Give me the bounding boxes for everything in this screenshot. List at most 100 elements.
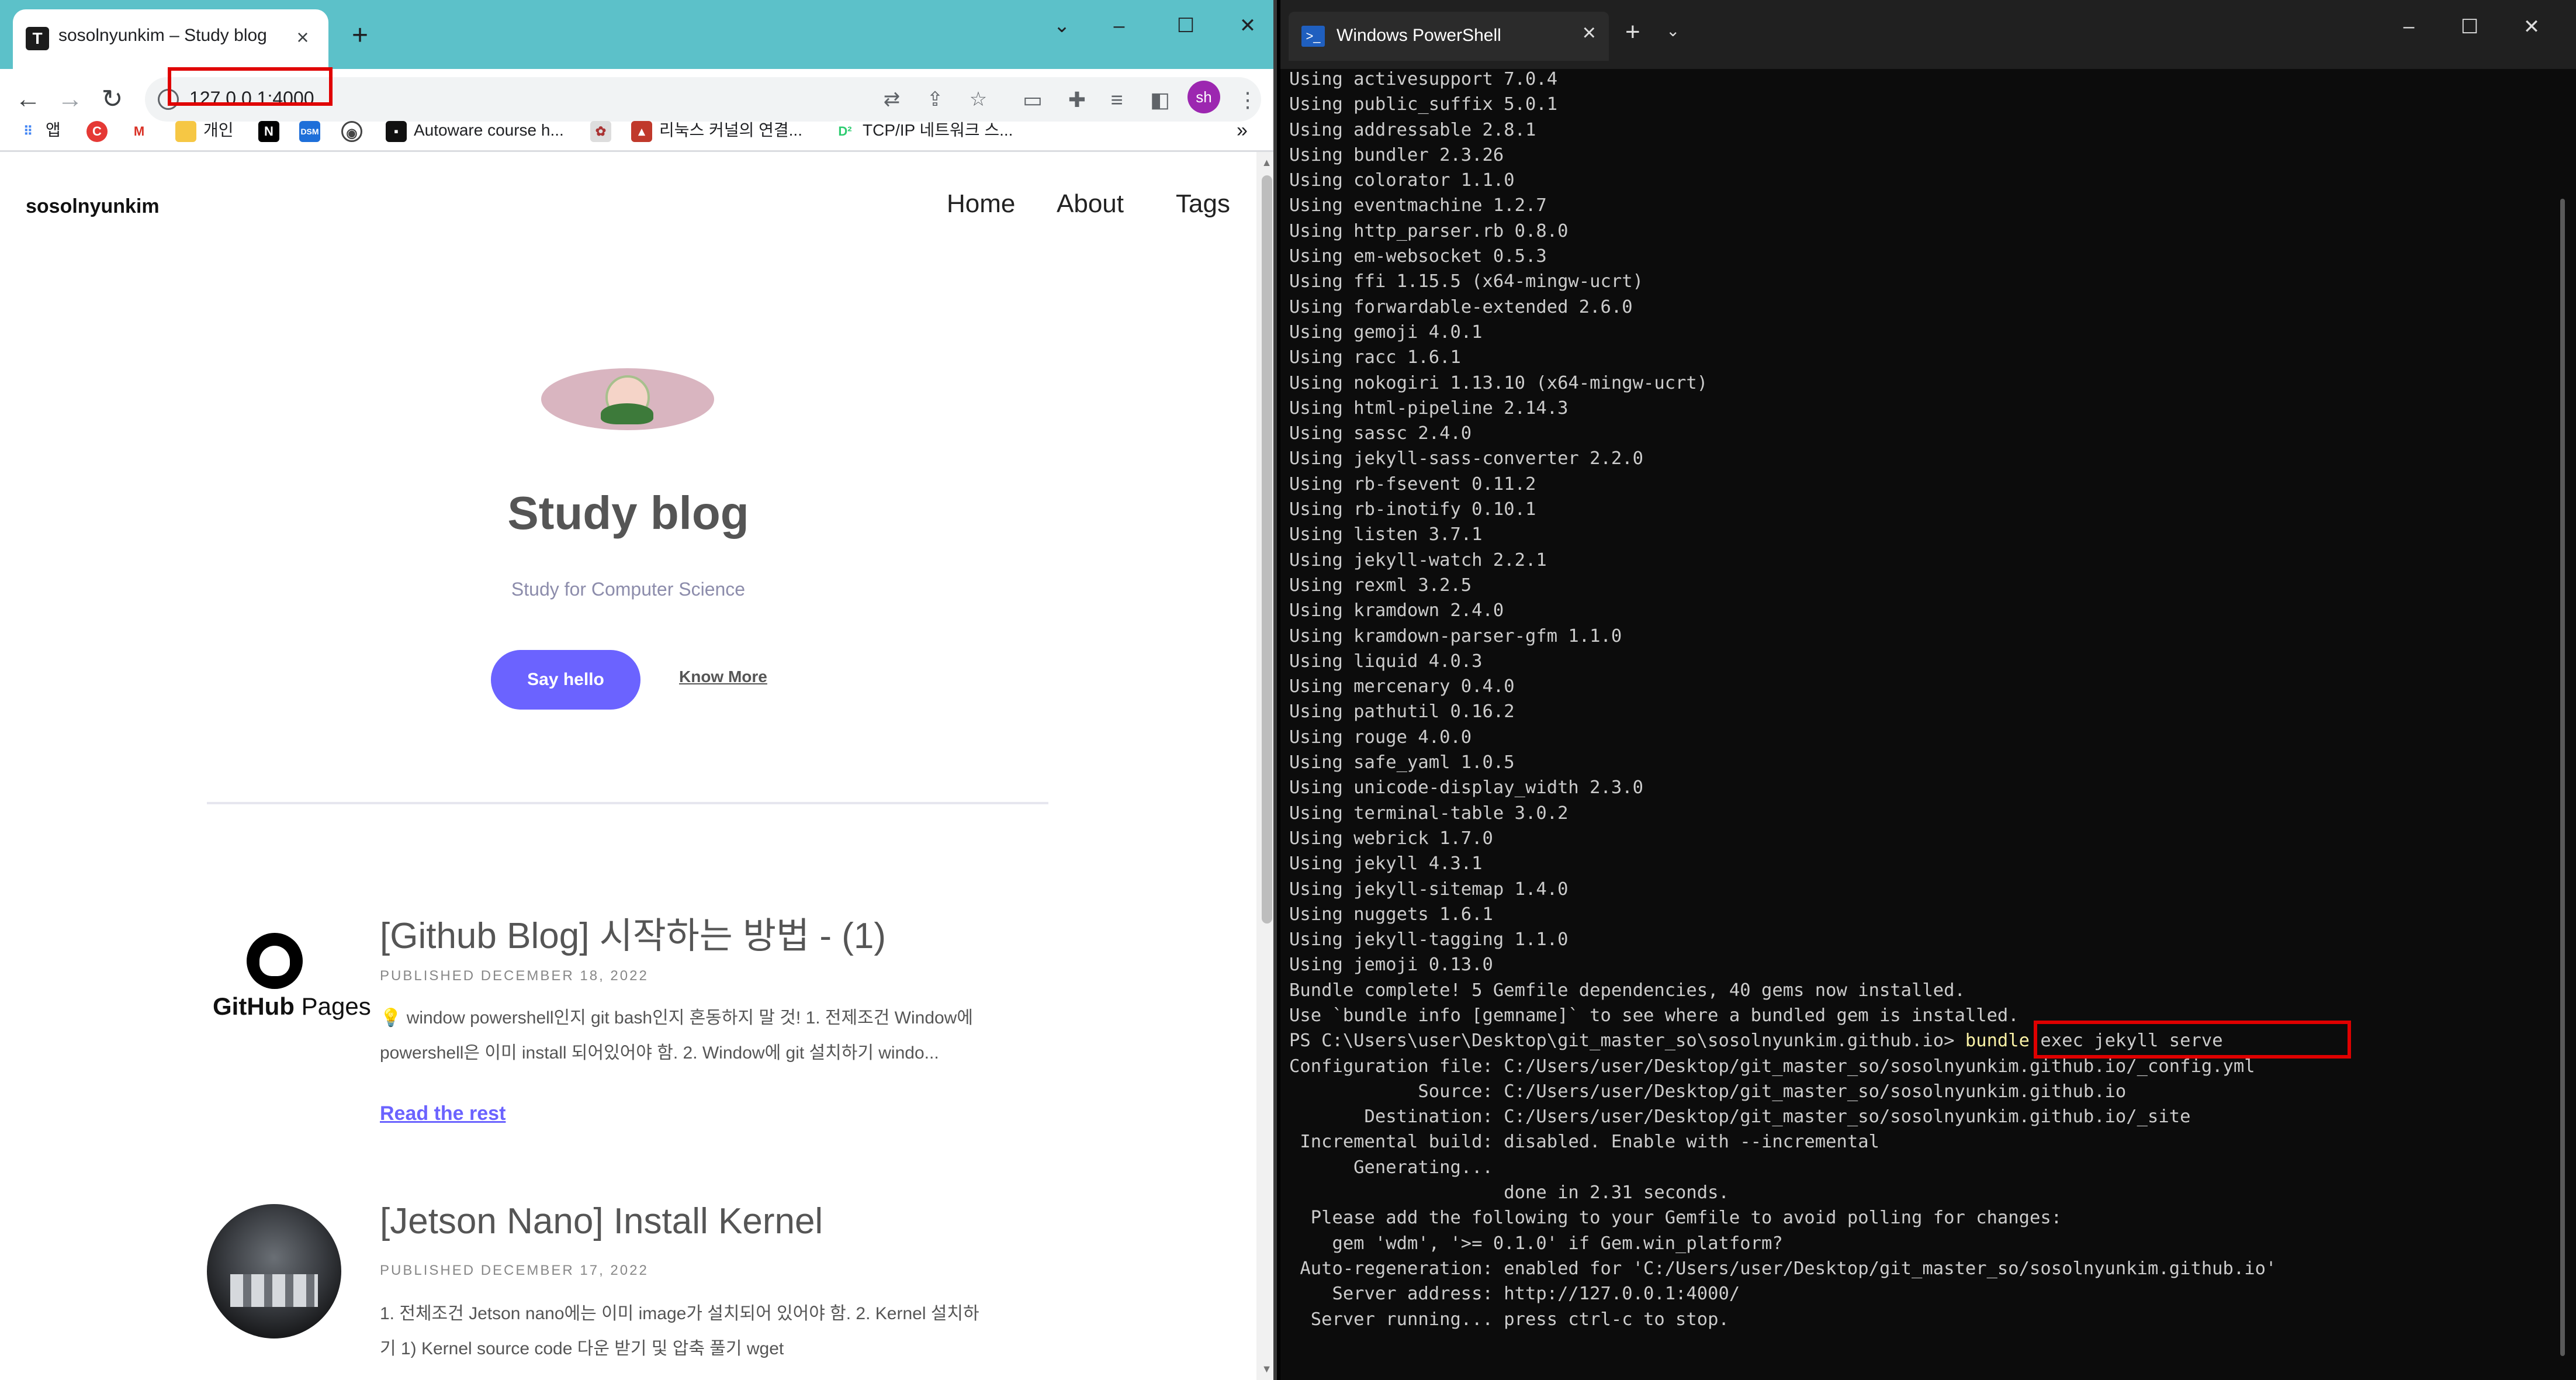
terminal-maximize-button[interactable]: ☐ [2449, 15, 2490, 39]
post-excerpt: 1. 전체조건 Jetson nano에는 이미 image가 설치되어 있어야… [380, 1304, 979, 1358]
terminal-line: Using liquid 4.0.3 [1289, 651, 1483, 672]
terminal-line: Use `bundle info [gemname]` to see where… [1289, 1005, 2019, 1026]
jetson-nano-thumbnail[interactable] [207, 1204, 341, 1339]
post-excerpt: 💡 window powershell인지 git bash인지 혼동하지 말 … [380, 1008, 973, 1063]
terminal-prompt-line[interactable]: PS C:\Users\user\Desktop\git_master_so\s… [1289, 1028, 2551, 1053]
terminal-line: Incremental build: disabled. Enable with… [1289, 1132, 1879, 1153]
browser-tab-active[interactable]: T sosolnyunkim – Study blog × [13, 9, 328, 69]
bookmark-folder-personal[interactable]: 개인 [175, 116, 234, 145]
bookmark-star-icon[interactable]: ☆ [965, 87, 991, 112]
nav-about[interactable]: About [1057, 189, 1124, 219]
bookmark-apps[interactable]: ⠿ 앱 [18, 116, 61, 145]
terminal-line: Using webrick 1.7.0 [1289, 828, 1493, 849]
terminal-line: Using rouge 4.0.0 [1289, 727, 1472, 748]
d2-icon: D² [835, 120, 856, 142]
bookmark-notion[interactable]: N [258, 116, 286, 145]
bookmark-gmail[interactable]: M [129, 116, 157, 145]
terminal-line: Using nuggets 1.6.1 [1289, 904, 1493, 925]
powershell-icon: >_ [1301, 26, 1325, 47]
new-terminal-tab-icon[interactable]: + [1625, 18, 1640, 47]
know-more-link[interactable]: Know More [679, 667, 767, 686]
extensions-puzzle-icon[interactable]: ✚ [1062, 85, 1092, 115]
bookmark-c-icon[interactable]: C [86, 116, 115, 145]
terminal-line: Using activesupport 7.0.4 [1289, 69, 1558, 89]
post-title[interactable]: [Github Blog] 시작하는 방법 - (1) [380, 906, 886, 959]
more-bookmarks-chevron-icon[interactable]: » [1237, 116, 1248, 145]
scroll-up-arrow-icon[interactable]: ▲ [1256, 157, 1273, 169]
terminal-line: Using jekyll 4.3.1 [1289, 853, 1483, 874]
bookmark-image-icon[interactable]: ✿ [590, 116, 618, 145]
bookmark-tcpip[interactable]: D² TCP/IP 네트워크 스... [835, 116, 1013, 145]
bookmark-dsm[interactable]: DSM [299, 116, 327, 145]
more-menu-icon[interactable]: ⋮ [1233, 85, 1262, 115]
terminal-tab[interactable]: >_ Windows PowerShell × [1289, 12, 1609, 61]
translate-icon[interactable]: ⇄ [879, 87, 905, 112]
site-title[interactable]: sosolnyunkim [26, 195, 160, 218]
post-date: PUBLISHED DECEMBER 18, 2022 [380, 968, 649, 984]
terminal-line: Auto-regeneration: enabled for 'C:/Users… [1289, 1258, 2277, 1279]
post-title[interactable]: [Jetson Nano] Install Kernel [380, 1201, 823, 1242]
terminal-output[interactable]: Using activesupport 7.0.4 Using public_su… [1289, 67, 2551, 1332]
github-icon: ◉ [341, 120, 362, 142]
bookmark-autoware[interactable]: ▪ Autoware course h... [386, 116, 564, 145]
bookmark-linux-kernel[interactable]: ▴ 리눅스 커널의 연결... [631, 116, 802, 145]
terminal-line: Using jekyll-sitemap 1.4.0 [1289, 879, 1569, 900]
hero-title: Study blog [507, 487, 749, 539]
terminal-line: Using gemoji 4.0.1 [1289, 321, 1483, 343]
terminal-line: Using addressable 2.8.1 [1289, 119, 1536, 140]
terminal-line: done in 2.31 seconds. [1289, 1182, 1729, 1203]
cast-icon[interactable]: ▭ [1018, 85, 1047, 115]
tab-search-chevron-icon[interactable]: ⌄ [1041, 8, 1082, 43]
nav-home[interactable]: Home [947, 189, 1015, 219]
terminal-line: Using mercenary 0.4.0 [1289, 676, 1515, 697]
terminal-line: Using pathutil 0.16.2 [1289, 701, 1515, 722]
scrollbar-thumb[interactable] [1262, 175, 1272, 924]
gmail-icon: M [129, 120, 150, 142]
read-the-rest-link[interactable]: Read the rest [380, 1102, 505, 1125]
command-keyword: bundle [1965, 1030, 2030, 1052]
profile-avatar[interactable]: sh [1187, 81, 1220, 113]
terminal-line: Using kramdown-parser-gfm 1.1.0 [1289, 625, 1622, 646]
octocat-icon [247, 933, 303, 989]
post-date: PUBLISHED DECEMBER 17, 2022 [380, 1263, 649, 1278]
terminal-line: Please add the following to your Gemfile… [1289, 1208, 2062, 1229]
terminal-line: Using public_suffix 5.0.1 [1289, 94, 1558, 115]
say-hello-button[interactable]: Say hello [491, 650, 640, 710]
terminal-tab-close-icon[interactable]: × [1583, 20, 1596, 46]
c-logo-icon: C [86, 120, 108, 142]
terminal-lines-after: Configuration file: C:/Users/user/Deskto… [1289, 1054, 2551, 1332]
terminal-line: Using racc 1.6.1 [1289, 347, 1461, 368]
side-panel-icon[interactable]: ◧ [1145, 85, 1175, 115]
nav-tags[interactable]: Tags [1176, 189, 1230, 219]
terminal-line: Using kramdown 2.4.0 [1289, 600, 1504, 621]
terminal-line: Configuration file: C:/Users/user/Deskto… [1289, 1056, 2255, 1077]
hero-subtitle: Study for Computer Science [511, 579, 746, 600]
terminal-line: Server address: http://127.0.0.1:4000/ [1289, 1284, 1740, 1305]
autoware-icon: ▪ [386, 120, 407, 142]
github-pages-thumbnail[interactable]: GitHub Pages [205, 933, 371, 1026]
bookmark-github[interactable]: ◉ [341, 116, 369, 145]
terminal-line: Using jekyll-watch 2.2.1 [1289, 549, 1547, 570]
terminal-line: Using nokogiri 1.13.10 (x64-mingw-ucrt) [1289, 372, 1708, 393]
bookmarks-bar: ⠿ 앱 C M 개인 N DSM ◉ ▪ Autoware course h... … [0, 111, 1273, 151]
share-icon[interactable]: ⇪ [922, 87, 948, 112]
terminal-line: Using unicode-display_width 2.3.0 [1289, 777, 1643, 798]
terminal-titlebar: >_ Windows PowerShell × + ⌄ – ☐ ✕ [1280, 0, 2576, 69]
minimize-button[interactable]: – [1099, 8, 1140, 43]
terminal-minimize-button[interactable]: – [2388, 15, 2429, 38]
media-queue-icon[interactable]: ≡ [1102, 85, 1131, 115]
page-scrollbar[interactable]: ▲ ▼ [1256, 152, 1273, 1380]
notion-icon: N [258, 120, 279, 142]
powershell-window: >_ Windows PowerShell × + ⌄ – ☐ ✕ Using … [1280, 0, 2576, 1380]
close-window-button[interactable]: ✕ [1227, 8, 1268, 43]
tab-favicon-icon: T [26, 27, 49, 50]
terminal-dropdown-chevron-icon[interactable]: ⌄ [1666, 21, 1680, 40]
new-tab-button[interactable]: + [344, 20, 376, 53]
terminal-scrollbar[interactable] [2560, 199, 2565, 1356]
terminal-line: Using sassc 2.4.0 [1289, 423, 1472, 444]
scroll-down-arrow-icon[interactable]: ▼ [1256, 1363, 1273, 1375]
maximize-button[interactable]: ☐ [1165, 8, 1206, 43]
terminal-close-button[interactable]: ✕ [2511, 15, 2552, 39]
terminal-line: Using rexml 3.2.5 [1289, 575, 1472, 596]
tab-close-icon[interactable]: × [288, 22, 318, 53]
